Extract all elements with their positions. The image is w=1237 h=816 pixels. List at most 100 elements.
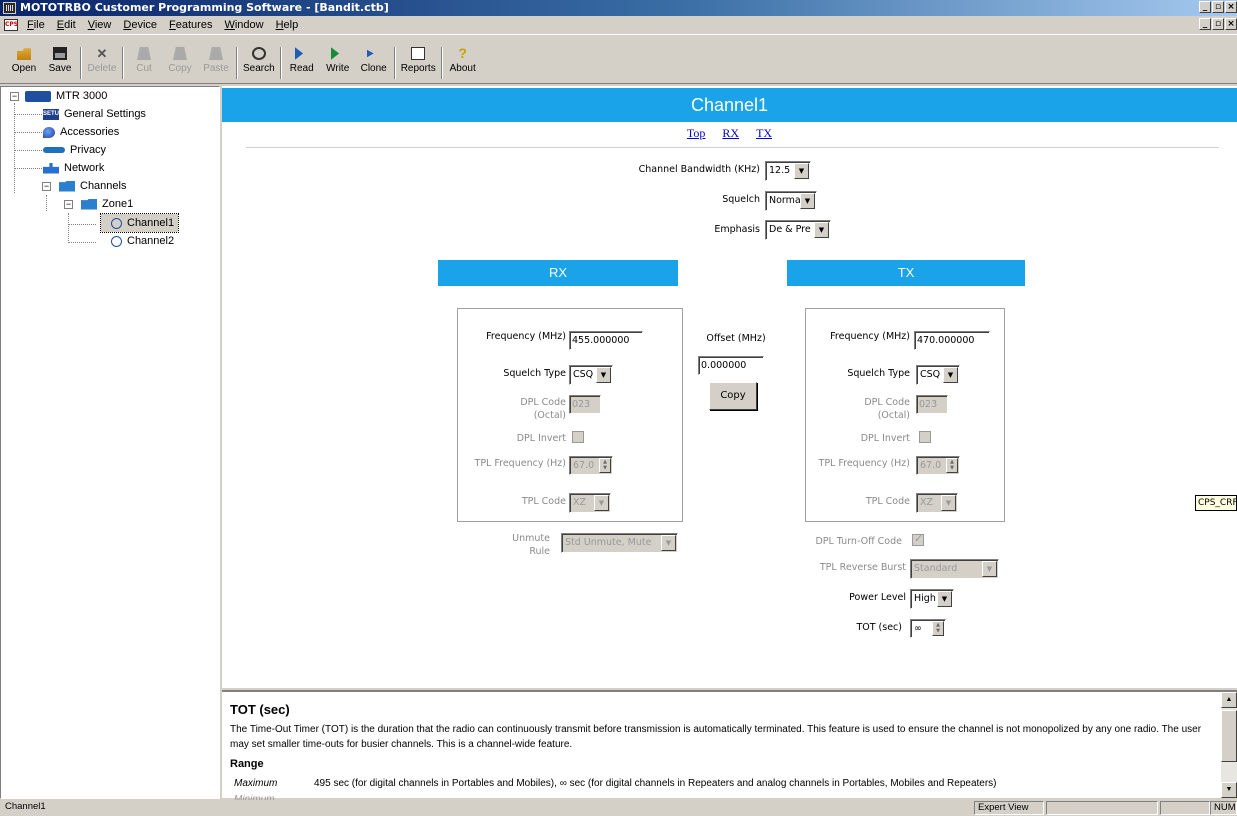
- tree-item-accessories[interactable]: Accessories: [43, 123, 119, 141]
- rx-dpl-code-input[interactable]: 023: [569, 395, 601, 414]
- channel-editor: Channel1 Top RX TX Channel Bandwidth (KH…: [222, 86, 1237, 688]
- repeater-icon: [25, 90, 51, 102]
- emphasis-select[interactable]: De & Pre ▼: [765, 220, 831, 240]
- mdi-close-button[interactable]: ×: [1225, 18, 1237, 30]
- scroll-thumb[interactable]: [1221, 710, 1237, 762]
- menu-help[interactable]: Help: [270, 19, 305, 31]
- menu-file[interactable]: File: [21, 19, 51, 31]
- spinner-arrows-icon: ▲ ▼: [946, 458, 958, 473]
- open-button[interactable]: Open: [6, 47, 42, 74]
- rx-frequency-input[interactable]: 455.000000: [569, 331, 643, 350]
- mdi-restore-button[interactable]: ▫: [1212, 18, 1224, 30]
- tx-dpl-invert-checkbox[interactable]: [919, 431, 931, 443]
- menu-view[interactable]: View: [82, 19, 118, 31]
- menu-device[interactable]: Device: [117, 19, 163, 31]
- tx-frequency-input[interactable]: 470.000000: [914, 331, 990, 350]
- analog-channel-icon: [111, 235, 122, 247]
- menu-window[interactable]: Window: [218, 19, 269, 31]
- menu-features[interactable]: Features: [163, 19, 218, 31]
- delete-button[interactable]: ✕ Delete: [84, 47, 120, 74]
- tree-item-channel2[interactable]: Channel2: [101, 232, 174, 250]
- collapse-zone1-toggle[interactable]: −: [64, 200, 73, 209]
- paste-icon: [209, 47, 223, 60]
- tree-item-general-settings[interactable]: SETUP General Settings: [43, 105, 146, 123]
- clone-radio-icon: [366, 49, 374, 58]
- paste-button[interactable]: Paste: [198, 47, 234, 74]
- mdi-minimize-button[interactable]: _: [1199, 18, 1211, 30]
- link-rx[interactable]: RX: [722, 126, 739, 140]
- tpl-reverse-burst-select[interactable]: Standard ▼: [910, 559, 999, 579]
- rx-tpl-code-select[interactable]: XZ ▼: [569, 493, 611, 513]
- tx-squelch-type-select[interactable]: CSQ ▼: [916, 365, 960, 385]
- scroll-up-icon[interactable]: ▲: [1221, 692, 1237, 708]
- chevron-down-icon: ▼: [800, 193, 815, 209]
- tree-item-zone1[interactable]: Zone1: [81, 195, 133, 213]
- floppy-disk-icon: [53, 47, 67, 60]
- chevron-down-icon: ▼: [937, 591, 952, 607]
- report-icon: [411, 47, 426, 60]
- tree-item-privacy[interactable]: Privacy: [43, 141, 106, 159]
- cut-button[interactable]: Cut: [126, 47, 162, 74]
- rx-dpl-invert-label: DPL Invert: [516, 433, 566, 444]
- rx-dpl-invert-checkbox[interactable]: [572, 431, 584, 443]
- tx-tpl-code-select[interactable]: XZ ▼: [916, 493, 958, 513]
- tree-item-network[interactable]: Network: [43, 159, 104, 177]
- channel-bandwidth-select[interactable]: 12.5 ▼: [765, 161, 811, 181]
- status-num: NUM: [1210, 801, 1237, 815]
- tot-spinner[interactable]: ∞ ▲ ▼: [910, 619, 946, 638]
- close-button[interactable]: ×: [1225, 1, 1237, 13]
- power-level-select[interactable]: High ▼: [910, 589, 954, 609]
- scroll-down-icon[interactable]: ▼: [1221, 782, 1237, 798]
- search-button[interactable]: Search: [240, 47, 278, 74]
- dpl-turnoff-code-checkbox[interactable]: [912, 532, 924, 546]
- range-maximum-label: Maximum: [234, 778, 278, 789]
- help-scrollbar[interactable]: ▲ ▼: [1221, 692, 1237, 798]
- tree-connector: [68, 213, 69, 243]
- read-button[interactable]: Read: [284, 47, 320, 74]
- tx-squelch-type-label: Squelch Type: [847, 368, 910, 379]
- collapse-root-toggle[interactable]: −: [10, 92, 19, 101]
- rx-tpl-frequency-spinner[interactable]: 67.0 ▲ ▼: [569, 456, 613, 475]
- save-button[interactable]: Save: [42, 47, 78, 74]
- tx-frequency-label: Frequency (MHz): [830, 331, 910, 342]
- spinner-arrows-icon: ▲ ▼: [932, 621, 944, 636]
- link-tx[interactable]: TX: [756, 126, 772, 140]
- tx-tpl-frequency-spinner[interactable]: 67.0 ▲ ▼: [916, 456, 960, 475]
- tx-dpl-code-input[interactable]: 023: [916, 395, 948, 414]
- tx-dpl-code-label: DPL Code (Octal): [864, 397, 910, 421]
- spinner-arrows-icon: ▲ ▼: [599, 458, 611, 473]
- about-button[interactable]: ? About: [445, 46, 481, 74]
- read-radio-icon: [294, 47, 304, 60]
- clone-button[interactable]: Clone: [356, 47, 392, 74]
- copy-button[interactable]: Copy: [162, 47, 198, 74]
- status-panel-empty: [1046, 801, 1158, 815]
- unmute-rule-select[interactable]: Std Unmute, Mute ▼: [561, 533, 678, 553]
- copy-offset-button[interactable]: Copy: [709, 382, 757, 410]
- rx-squelch-type-select[interactable]: CSQ ▼: [569, 365, 613, 385]
- chevron-down-icon: ▼: [594, 495, 609, 511]
- document-icon[interactable]: CPS: [4, 19, 18, 31]
- chevron-down-icon: ▼: [982, 561, 997, 577]
- link-top[interactable]: Top: [687, 126, 706, 140]
- minimize-button[interactable]: _: [1199, 1, 1211, 13]
- range-heading: Range: [230, 758, 264, 770]
- open-folder-icon: [17, 48, 31, 60]
- write-button[interactable]: Write: [320, 47, 356, 74]
- restore-button[interactable]: ▫: [1212, 1, 1224, 13]
- reports-button[interactable]: Reports: [398, 47, 439, 74]
- toolbar-separator: [440, 47, 443, 79]
- offset-input[interactable]: 0.000000: [698, 356, 764, 375]
- collapse-channels-toggle[interactable]: −: [42, 182, 51, 191]
- tree-connector: [68, 242, 96, 243]
- toolbar: Open Save ✕ Delete Cut Copy Paste Search …: [0, 34, 1237, 84]
- tx-section-header: TX: [787, 260, 1025, 286]
- tree-item-mtr3000[interactable]: MTR 3000: [25, 87, 107, 105]
- menu-edit[interactable]: Edit: [51, 19, 82, 31]
- squelch-select[interactable]: Normal ▼: [765, 191, 817, 211]
- unmute-rule-label: Unmute Rule: [512, 533, 550, 557]
- folder-icon: [59, 180, 75, 192]
- menu-bar: CPS File Edit View Device Features Windo…: [0, 16, 1237, 34]
- tree-item-channel1[interactable]: Channel1: [99, 213, 180, 233]
- tree-item-channels[interactable]: Channels: [59, 177, 126, 195]
- range-maximum-value: 495 sec (for digital channels in Portabl…: [314, 778, 997, 789]
